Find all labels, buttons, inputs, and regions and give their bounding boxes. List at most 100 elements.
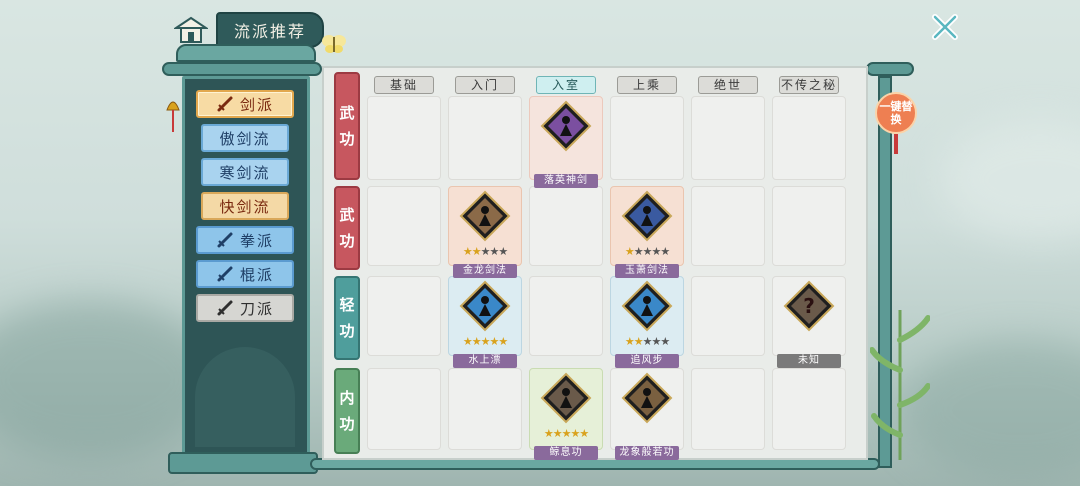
- skill-name: 鲸息功: [534, 446, 598, 460]
- frame-base: [168, 452, 318, 474]
- skill-slot[interactable]: [772, 368, 846, 450]
- star-empty-icon: ★: [489, 245, 499, 258]
- header: 流派推荐: [174, 12, 325, 48]
- sect-item-2[interactable]: 寒剑流: [201, 158, 289, 186]
- row-label-char: 功: [339, 232, 355, 250]
- row-label-char: 功: [339, 322, 355, 340]
- skill-card[interactable]: ★★★★★ 水上漂: [448, 276, 522, 368]
- star-filled-icon: ★: [570, 427, 580, 440]
- row-label-char: 功: [339, 415, 355, 433]
- row-label-char: 轻: [339, 296, 355, 314]
- skill-slot[interactable]: [610, 96, 684, 180]
- frame-top-rod: [162, 62, 322, 76]
- skill-name: 落英神剑: [534, 174, 598, 188]
- skill-slot[interactable]: [691, 186, 765, 266]
- star-rating: ★★★★★: [529, 428, 603, 440]
- frame-roof: [176, 44, 316, 62]
- column-header-1: 入门: [455, 76, 515, 94]
- star-filled-icon: ★: [579, 427, 589, 440]
- skill-card[interactable]: ★★★★★ 金龙剑法: [448, 186, 522, 278]
- star-rating: ★★★★★: [610, 246, 684, 258]
- one-key-swap-button[interactable]: 一键替换: [875, 92, 917, 134]
- sect-item-label: 剑派: [239, 95, 274, 114]
- star-empty-icon: ★: [660, 245, 670, 258]
- weapon-icon: [217, 300, 233, 316]
- star-rating: [772, 336, 846, 348]
- sect-item-3[interactable]: 快剑流: [201, 192, 289, 220]
- frame-top-rod-right: [866, 62, 914, 76]
- skill-icon: [459, 190, 511, 242]
- star-empty-icon: ★: [651, 335, 661, 348]
- skill-slot[interactable]: [367, 186, 441, 266]
- skill-slot[interactable]: [448, 368, 522, 450]
- star-empty-icon: ★: [498, 245, 508, 258]
- row-label-char: 功: [339, 130, 355, 148]
- star-rating: ★★★★★: [448, 336, 522, 348]
- star-filled-icon: ★: [462, 335, 473, 348]
- star-rating: [529, 156, 603, 168]
- skill-slot[interactable]: [529, 276, 603, 356]
- skill-slot[interactable]: [448, 96, 522, 180]
- swap-tassel: [894, 134, 898, 154]
- column-header-2: 入室: [536, 76, 596, 94]
- skill-slot[interactable]: [367, 368, 441, 450]
- sect-item-label: 快剑流: [219, 197, 271, 216]
- skill-slot[interactable]: [529, 186, 603, 266]
- sect-item-1[interactable]: 傲剑流: [201, 124, 289, 152]
- skill-name: 追风步: [615, 354, 679, 368]
- skill-icon: [540, 372, 592, 424]
- star-rating: [610, 428, 684, 440]
- bamboo-icon: [870, 310, 930, 460]
- bell-icon: [166, 101, 180, 132]
- skill-icon: [540, 100, 592, 152]
- star-filled-icon: ★: [498, 335, 508, 348]
- star-filled-icon: ★: [624, 245, 635, 258]
- star-filled-icon: ★: [552, 427, 563, 440]
- sect-item-6[interactable]: 刀派: [196, 294, 294, 322]
- sect-item-0[interactable]: 剑派: [196, 90, 294, 118]
- skill-slot[interactable]: [691, 96, 765, 180]
- row-label-char: 武: [339, 206, 355, 224]
- star-filled-icon: ★: [471, 335, 482, 348]
- sect-item-label: 棍派: [239, 265, 274, 284]
- skill-card[interactable]: 龙象般若功: [610, 368, 684, 460]
- skill-card[interactable]: ★★★★★ 玉萧剑法: [610, 186, 684, 278]
- column-header-0: 基础: [374, 76, 434, 94]
- sect-item-5[interactable]: 棍派: [196, 260, 294, 288]
- skill-slot[interactable]: [367, 96, 441, 180]
- column-header-5: 不传之秘: [779, 76, 839, 94]
- skill-card[interactable]: ? 未知: [772, 276, 846, 368]
- star-filled-icon: ★: [633, 335, 644, 348]
- skill-icon: [621, 372, 673, 424]
- skill-card[interactable]: 落英神剑: [529, 96, 603, 188]
- question-mark-icon: ?: [783, 280, 835, 332]
- house-icon[interactable]: [174, 16, 208, 44]
- row-label-1: 武功: [334, 186, 360, 270]
- row-label-char: 内: [339, 389, 355, 407]
- sect-item-label: 傲剑流: [219, 129, 271, 148]
- skill-slot[interactable]: [772, 186, 846, 266]
- skill-card[interactable]: ★★★★★ 鲸息功: [529, 368, 603, 460]
- skill-slot[interactable]: [691, 368, 765, 450]
- weapon-icon: [217, 96, 233, 112]
- star-empty-icon: ★: [651, 245, 661, 258]
- skill-icon: [621, 280, 673, 332]
- star-filled-icon: ★: [543, 427, 554, 440]
- skill-slot[interactable]: [367, 276, 441, 356]
- skill-slot[interactable]: [691, 276, 765, 356]
- svg-text:?: ?: [803, 294, 815, 318]
- star-filled-icon: ★: [489, 335, 499, 348]
- star-rating: ★★★★★: [610, 336, 684, 348]
- skill-name: 水上漂: [453, 354, 517, 368]
- column-header-4: 绝世: [698, 76, 758, 94]
- skill-slot[interactable]: [772, 96, 846, 180]
- sect-item-label: 寒剑流: [219, 163, 271, 182]
- skill-icon: [459, 280, 511, 332]
- close-icon[interactable]: [928, 10, 962, 44]
- star-filled-icon: ★: [624, 335, 635, 348]
- skill-card[interactable]: ★★★★★ 追风步: [610, 276, 684, 368]
- star-filled-icon: ★: [462, 245, 473, 258]
- row-label-char: 武: [339, 104, 355, 122]
- sect-item-4[interactable]: 拳派: [196, 226, 294, 254]
- row-label-3: 内功: [334, 368, 360, 454]
